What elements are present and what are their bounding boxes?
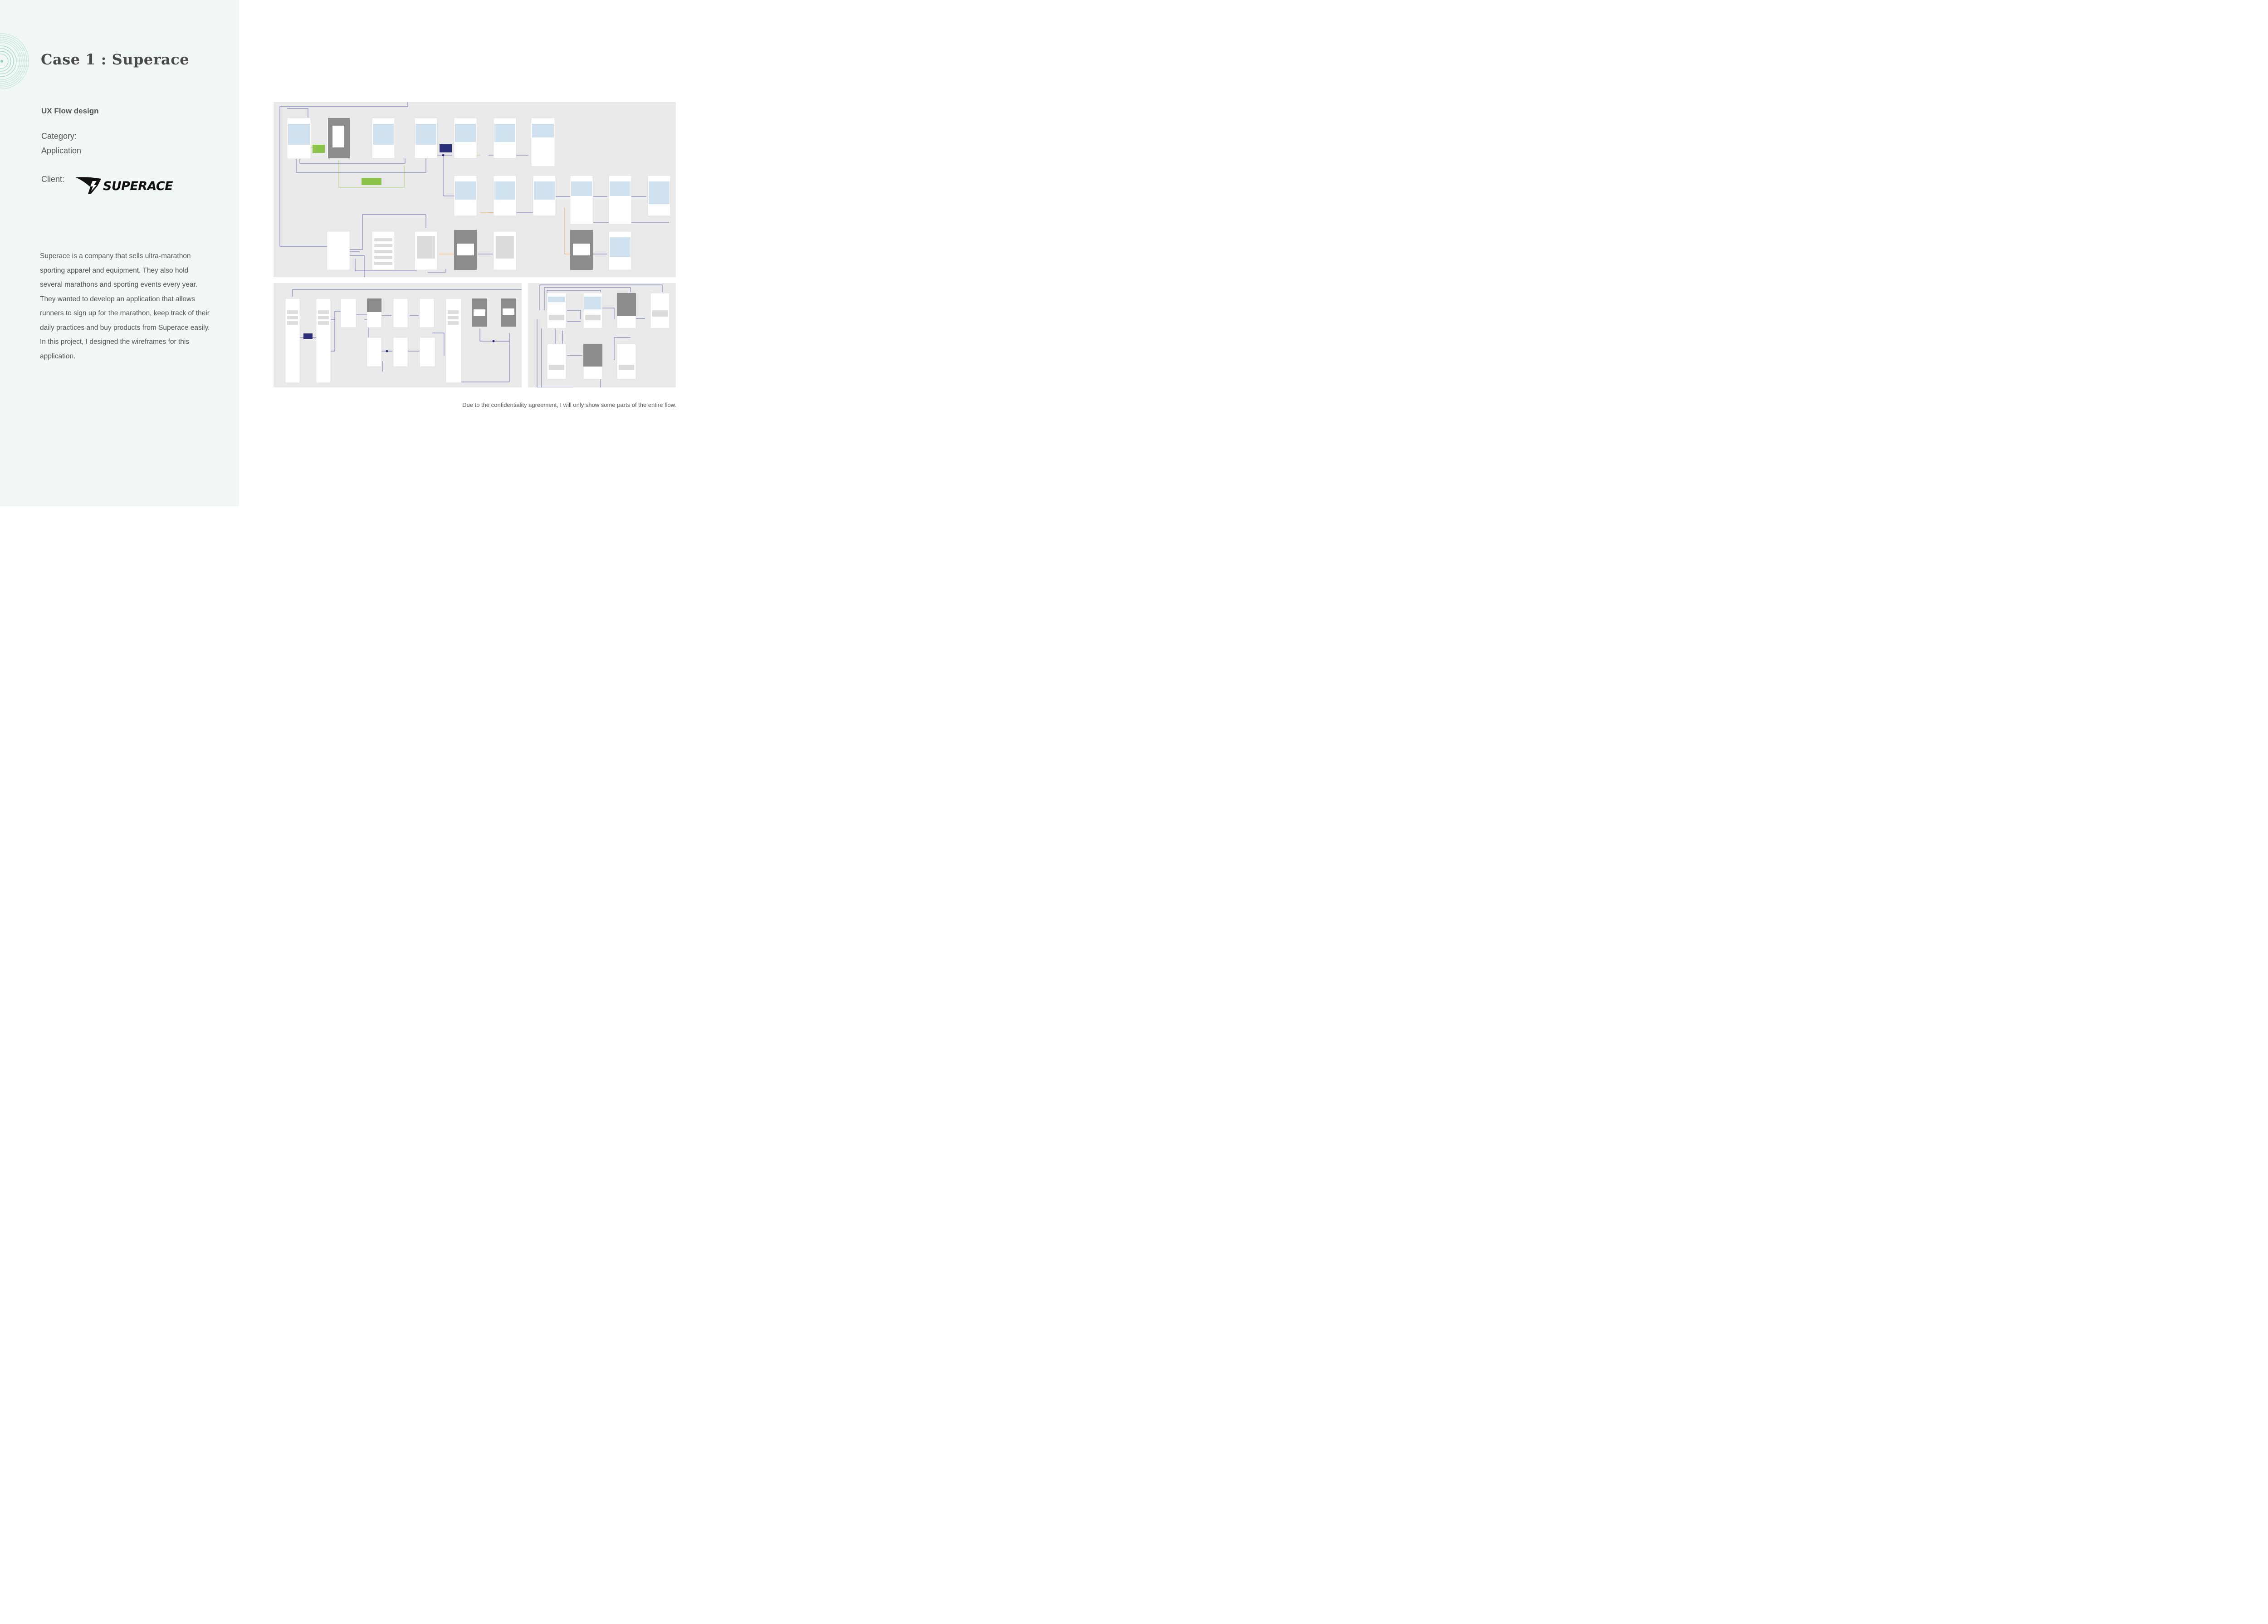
svg-text:SUPERACE: SUPERACE — [103, 179, 173, 193]
ux-flow-diagram-records — [528, 283, 676, 387]
superace-logo: SUPERACE — [76, 177, 174, 194]
page-title: Case 1 : Superace — [41, 51, 190, 68]
ux-flow-diagram-form — [274, 283, 522, 387]
section-subtitle: UX Flow design — [41, 107, 99, 115]
ux-flow-diagram-main — [274, 102, 676, 277]
project-description: Superace is a company that sells ultra-m… — [40, 252, 210, 360]
category-label: Category: — [41, 132, 77, 141]
category-value: Application — [41, 146, 82, 155]
client-label: Client: — [41, 175, 65, 184]
concentric-circles-decoration — [0, 33, 29, 89]
confidentiality-caption: Due to the confidentiality agreement, I … — [462, 401, 676, 408]
info-panel: Case 1 : Superace UX Flow design Categor… — [0, 0, 239, 506]
portfolio-page: Case 1 : Superace UX Flow design Categor… — [0, 0, 711, 506]
